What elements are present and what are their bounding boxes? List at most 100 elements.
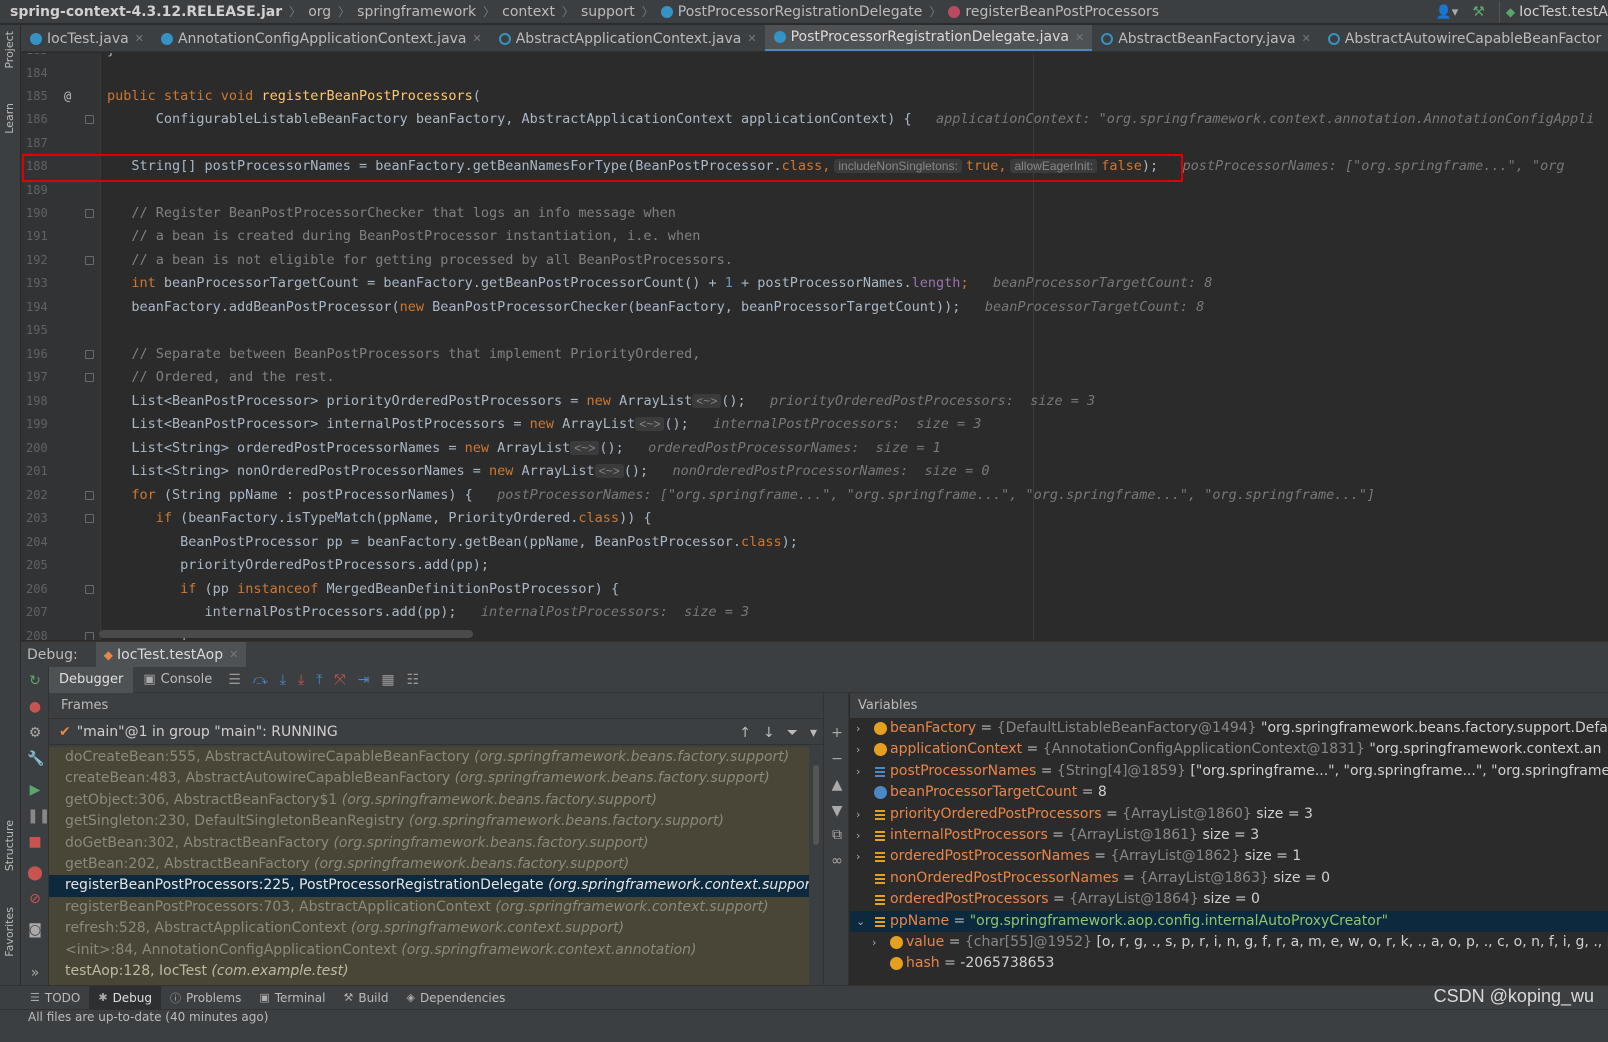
- breadcrumb-support[interactable]: support: [579, 4, 637, 20]
- chevron-right-icon[interactable]: ›: [856, 718, 860, 739]
- line-number[interactable]: 194: [21, 296, 101, 319]
- line-number[interactable]: 191: [21, 225, 101, 248]
- favorites-tool-tab[interactable]: Favorites: [3, 907, 16, 957]
- fold-icon[interactable]: [85, 256, 94, 265]
- drop-frame-icon[interactable]: ⤧: [334, 672, 345, 688]
- line-number[interactable]: 208: [21, 625, 101, 640]
- pause-icon[interactable]: ❚❚: [27, 808, 50, 824]
- variable-row[interactable]: › value = {char[55]@1952} [o, r, g, ., s,…: [850, 932, 1608, 953]
- frame-item-selected[interactable]: registerBeanPostProcessors:225, PostProc…: [49, 875, 809, 897]
- tab-todo[interactable]: ☰ TODO: [0, 986, 89, 1010]
- fold-icon[interactable]: [85, 373, 94, 382]
- arrow-up-icon[interactable]: ↑: [739, 725, 751, 741]
- line-number[interactable]: 200: [21, 437, 101, 460]
- wrench-icon[interactable]: 🔧: [27, 751, 44, 767]
- step-out-icon[interactable]: ⤒: [316, 672, 322, 688]
- frame-item[interactable]: registerBeanPostProcessors:703, Abstract…: [49, 897, 809, 918]
- filter-icon[interactable]: ⏷: [787, 725, 798, 741]
- line-number[interactable]: 197: [21, 366, 101, 389]
- rerun-icon[interactable]: ↻: [27, 673, 43, 689]
- close-icon[interactable]: ✕: [1302, 32, 1311, 45]
- remove-watch-icon[interactable]: −: [829, 751, 845, 767]
- variable-row[interactable]: › postProcessorNames = {String[4]@1859} […: [850, 761, 1608, 782]
- variable-row[interactable]: › priorityOrderedPostProcessors = {ArrayL…: [850, 804, 1608, 825]
- variable-row[interactable]: hash = -2065738653: [850, 953, 1608, 974]
- frame-item[interactable]: refresh:528, AbstractApplicationContext …: [49, 918, 809, 939]
- variable-row[interactable]: › beanFactory = {DefaultListableBeanFacto…: [850, 718, 1608, 739]
- structure-tool-tab[interactable]: Structure: [3, 820, 16, 871]
- line-number[interactable]: 190: [21, 202, 101, 225]
- chevron-down-icon[interactable]: ⌄: [856, 911, 865, 932]
- breadcrumb-springframework[interactable]: springframework: [355, 4, 478, 20]
- add-watch-icon[interactable]: +: [829, 725, 845, 741]
- chevron-right-icon[interactable]: ›: [872, 932, 876, 953]
- move-down-icon[interactable]: ▼: [829, 803, 845, 819]
- line-number[interactable]: 207: [21, 601, 101, 624]
- tab-debugger[interactable]: Debugger: [49, 666, 134, 693]
- chevron-right-icon[interactable]: ›: [856, 825, 860, 846]
- line-number[interactable]: 187: [21, 132, 101, 155]
- close-icon[interactable]: ✕: [1075, 31, 1084, 44]
- copy-icon[interactable]: ⧉: [829, 827, 845, 843]
- fold-icon[interactable]: [85, 350, 94, 359]
- chevron-right-icon[interactable]: ›: [856, 739, 860, 760]
- fold-icon[interactable]: [85, 209, 94, 218]
- trace-icon[interactable]: ☷: [407, 672, 420, 688]
- variable-row[interactable]: beanProcessorTargetCount = 8: [850, 782, 1608, 803]
- tab-annotation-config-application-context[interactable]: AnnotationConfigApplicationContext.java ✕: [152, 25, 490, 51]
- line-number[interactable]: 192: [21, 249, 101, 272]
- line-number[interactable]: 202: [21, 484, 101, 507]
- frame-item[interactable]: getSingleton:230, DefaultSingletonBeanRe…: [49, 811, 809, 832]
- fold-icon[interactable]: [85, 115, 94, 124]
- line-number[interactable]: 184: [21, 62, 101, 85]
- mute-breakpoints-icon[interactable]: ⊘: [27, 891, 43, 907]
- code-editor[interactable]: 183184185@186187188189190191192193194195…: [21, 53, 1608, 640]
- fold-icon[interactable]: [85, 514, 94, 523]
- run-configuration-selector[interactable]: ◆ IocTest.testA: [1498, 1, 1608, 23]
- tab-console[interactable]: ▣ Console: [133, 667, 222, 693]
- thread-selector[interactable]: ✔ "main"@1 in group "main": RUNNING ↑ ↓ …: [49, 718, 823, 745]
- line-number[interactable]: 189: [21, 179, 101, 202]
- line-number[interactable]: 206: [21, 578, 101, 601]
- line-number[interactable]: 205: [21, 554, 101, 577]
- frame-item[interactable]: getObject:306, AbstractBeanFactory$1 (or…: [49, 790, 809, 811]
- tab-abstract-autowire-capable-bean-factory[interactable]: AbstractAutowireCapableBeanFactor: [1319, 25, 1608, 51]
- more-icon[interactable]: »: [27, 965, 43, 981]
- fold-icon[interactable]: [85, 632, 94, 640]
- glasses-icon[interactable]: ∞: [829, 853, 845, 869]
- arrow-down-icon[interactable]: ↓: [763, 725, 775, 741]
- horizontal-scrollbar[interactable]: [99, 630, 473, 638]
- breadcrumb-method[interactable]: registerBeanPostProcessors: [946, 4, 1161, 20]
- line-number[interactable]: 204: [21, 531, 101, 554]
- tab-ioctest[interactable]: IocTest.java ✕: [21, 25, 152, 51]
- chevron-right-icon[interactable]: ›: [856, 846, 860, 867]
- evaluate-expression-icon[interactable]: ▦: [381, 672, 394, 688]
- variable-row[interactable]: nonOrderedPostProcessorNames = {ArrayLis…: [850, 868, 1608, 889]
- line-number-gutter[interactable]: 183184185@186187188189190191192193194195…: [21, 53, 101, 640]
- line-number[interactable]: 193: [21, 272, 101, 295]
- chevron-right-icon[interactable]: ›: [856, 804, 860, 825]
- line-number[interactable]: 196: [21, 343, 101, 366]
- tab-build[interactable]: ⚒ Build: [334, 986, 397, 1010]
- variable-row-selected[interactable]: ⌄ ppName = "org.springframework.aop.confi…: [850, 910, 1608, 932]
- tab-problems[interactable]: ⓘ Problems: [161, 986, 250, 1010]
- close-icon[interactable]: ✕: [135, 32, 144, 45]
- breadcrumb-org[interactable]: org: [306, 4, 333, 20]
- view-breakpoints-icon[interactable]: ●: [27, 699, 43, 715]
- frames-scrollbar[interactable]: [812, 747, 820, 985]
- breadcrumb-jar[interactable]: spring-context-4.3.12.RELEASE.jar: [0, 4, 284, 20]
- chevron-right-icon[interactable]: ›: [856, 761, 860, 782]
- line-number[interactable]: 195: [21, 319, 101, 342]
- variable-row[interactable]: › internalPostProcessors = {ArrayList@186…: [850, 825, 1608, 846]
- tab-debug[interactable]: ✱ Debug: [89, 985, 162, 1010]
- resume-icon[interactable]: ▶: [27, 782, 43, 798]
- project-tool-tab[interactable]: Project: [3, 31, 16, 69]
- step-over-icon[interactable]: ⤼: [253, 672, 268, 688]
- breadcrumb-context[interactable]: context: [500, 4, 557, 20]
- frame-item[interactable]: <init>:84, AnnotationConfigApplicationCo…: [49, 940, 809, 961]
- line-number[interactable]: 186: [21, 108, 101, 131]
- debug-session-tab[interactable]: ◆ IocTest.testAop ✕: [95, 641, 247, 668]
- hammer-icon[interactable]: ⚒: [1472, 4, 1485, 20]
- learn-tool-tab[interactable]: Learn: [3, 103, 16, 134]
- frame-item[interactable]: testAop:128, IocTest (com.example.test): [49, 961, 809, 982]
